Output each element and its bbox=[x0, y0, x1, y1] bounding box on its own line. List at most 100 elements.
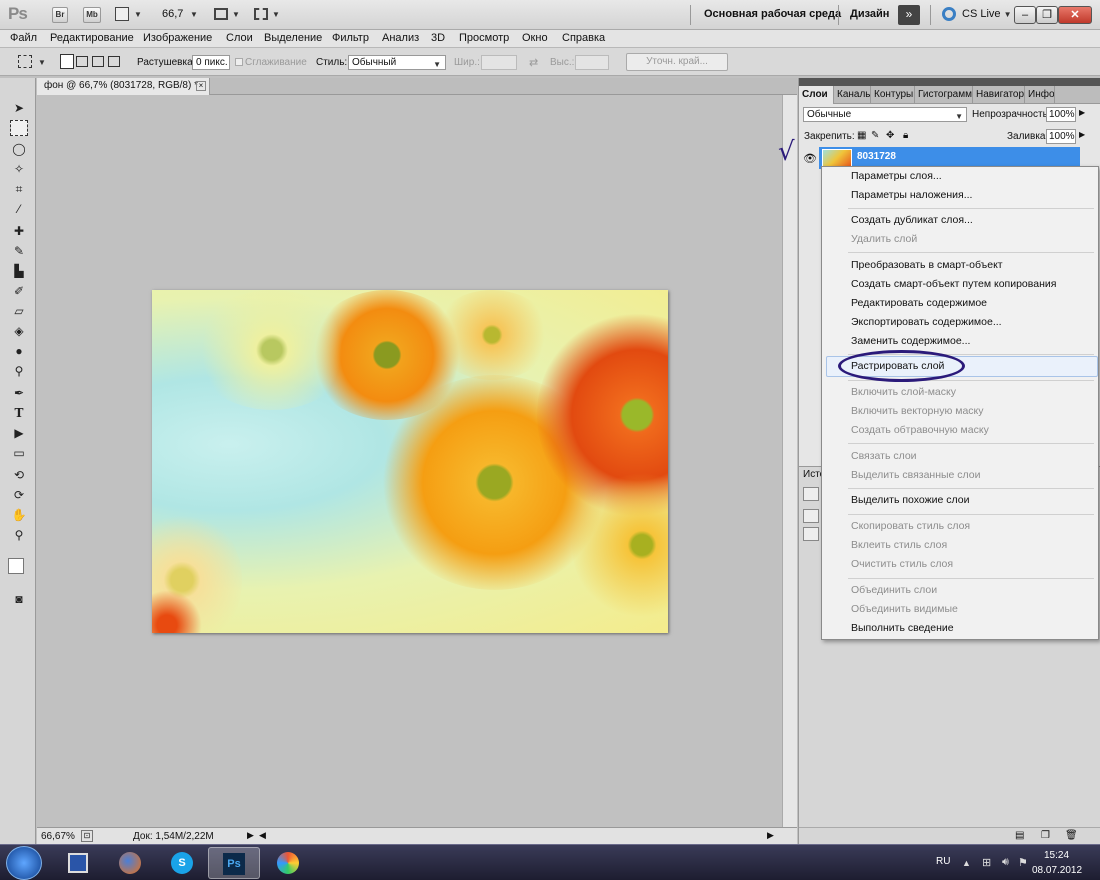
context-menu-item[interactable]: Создать обтравочную маску bbox=[851, 424, 989, 436]
context-menu-item[interactable]: Экспортировать содержимое... bbox=[851, 316, 1002, 328]
new-selection-icon[interactable] bbox=[60, 54, 74, 69]
chevron-down-icon[interactable]: ▼ bbox=[232, 10, 240, 19]
quick-mask-icon[interactable]: ◙ bbox=[10, 591, 28, 607]
task-skype-icon[interactable]: S bbox=[156, 847, 208, 879]
pen-tool-icon[interactable]: ✒ bbox=[10, 385, 28, 401]
move-tool-icon[interactable]: ➤ bbox=[10, 100, 28, 116]
restore-button[interactable]: ❐ bbox=[1036, 6, 1058, 24]
lock-pixels-icon[interactable]: ✎ bbox=[871, 130, 879, 141]
menu-view[interactable]: Просмотр bbox=[459, 32, 509, 44]
language-indicator[interactable]: RU bbox=[936, 856, 950, 867]
dodge-tool-icon[interactable]: ⚲ bbox=[10, 363, 28, 379]
chevron-down-icon[interactable]: ▼ bbox=[190, 10, 198, 19]
menu-file[interactable]: Файл bbox=[10, 32, 37, 44]
workspace-essentials[interactable]: Основная рабочая среда bbox=[704, 8, 841, 20]
document-tab[interactable]: фон @ 66,7% (8031728, RGB/8) * × bbox=[37, 78, 210, 95]
history-state-icon[interactable] bbox=[803, 527, 819, 541]
healing-brush-icon[interactable]: ✚ bbox=[10, 223, 28, 239]
paint-bucket-icon[interactable]: ◈ bbox=[10, 323, 28, 339]
opacity-slider-arrow-icon[interactable]: ▶ bbox=[1079, 108, 1085, 117]
context-menu-item[interactable]: Объединить видимые bbox=[851, 603, 958, 615]
zoom-level[interactable]: 66,7 bbox=[162, 8, 183, 20]
opacity-input[interactable]: 100% bbox=[1046, 107, 1076, 122]
network-icon[interactable]: ⊞ bbox=[982, 856, 991, 869]
lasso-tool-icon[interactable]: ◯ bbox=[10, 141, 28, 157]
lock-all-icon[interactable]: 🔒︎ bbox=[903, 130, 908, 141]
fill-input[interactable]: 100% bbox=[1046, 129, 1076, 144]
context-menu-item[interactable]: Скопировать стиль слоя bbox=[851, 520, 970, 532]
context-menu-item[interactable]: Связать слои bbox=[851, 450, 917, 462]
volume-icon[interactable]: 🔊︎ bbox=[1002, 856, 1009, 869]
task-paint-icon[interactable] bbox=[262, 847, 314, 879]
eraser-tool-icon[interactable]: ▱ bbox=[10, 303, 28, 319]
path-select-icon[interactable]: ▶ bbox=[10, 425, 28, 441]
quick-select-tool-icon[interactable]: ✧ bbox=[10, 161, 28, 177]
context-menu-item[interactable]: Заменить содержимое... bbox=[851, 335, 970, 347]
bridge-button[interactable]: Br bbox=[52, 7, 68, 23]
context-menu-item[interactable]: Создать смарт-объект путем копирования bbox=[851, 278, 1056, 290]
context-menu-item[interactable]: Параметры слоя... bbox=[851, 170, 942, 182]
clock-time[interactable]: 15:24 bbox=[1044, 850, 1069, 861]
vertical-scrollbar[interactable] bbox=[782, 95, 797, 827]
intersect-selection-icon[interactable] bbox=[108, 56, 120, 67]
menu-window[interactable]: Окно bbox=[522, 32, 548, 44]
context-menu-item[interactable]: Объединить слои bbox=[851, 584, 937, 596]
context-menu-item[interactable]: Выделить похожие слои bbox=[851, 494, 969, 506]
menu-3d[interactable]: 3D bbox=[431, 32, 445, 44]
marquee-tool-icon[interactable] bbox=[10, 120, 28, 136]
brush-tool-icon[interactable]: ✎ bbox=[10, 243, 28, 259]
history-snapshot-icon[interactable] bbox=[803, 509, 819, 523]
blur-tool-icon[interactable]: ● bbox=[10, 343, 28, 359]
menu-filter[interactable]: Фильтр bbox=[332, 32, 369, 44]
refine-edge-button[interactable]: Уточн. край... bbox=[626, 53, 728, 71]
3d-orbit-icon[interactable]: ⟳ bbox=[10, 487, 28, 503]
context-menu-item[interactable]: Очистить стиль слоя bbox=[851, 558, 953, 570]
menu-analysis[interactable]: Анализ bbox=[382, 32, 419, 44]
context-menu-item[interactable]: Выделить связанные слои bbox=[851, 469, 981, 481]
context-menu-item[interactable]: Удалить слой bbox=[851, 233, 917, 245]
type-tool-icon[interactable]: T bbox=[10, 405, 28, 421]
menu-select[interactable]: Выделение bbox=[264, 32, 322, 44]
task-firefox-icon[interactable] bbox=[104, 847, 156, 879]
layer-name[interactable]: 8031728 bbox=[857, 151, 896, 162]
lock-position-icon[interactable]: ✥ bbox=[886, 130, 894, 141]
menu-layers[interactable]: Слои bbox=[226, 32, 253, 44]
status-menu-arrow-icon[interactable]: ▶ bbox=[247, 830, 254, 841]
history-brush-icon[interactable]: ✐ bbox=[10, 283, 28, 299]
scroll-left-icon[interactable]: ◀ bbox=[259, 830, 266, 841]
context-menu-item[interactable]: Создать дубликат слоя... bbox=[851, 214, 973, 226]
status-icon[interactable]: ⊡ bbox=[81, 830, 93, 842]
cs-live-button[interactable]: CS Live ▼ bbox=[962, 8, 1012, 20]
foreground-color-swatch[interactable] bbox=[8, 558, 24, 574]
chevron-down-icon[interactable]: ▼ bbox=[272, 10, 280, 19]
tab-layers[interactable]: Слои bbox=[799, 86, 834, 104]
workspace-design[interactable]: Дизайн bbox=[850, 8, 889, 20]
view-extras-icon[interactable] bbox=[115, 7, 129, 21]
tab-info[interactable]: Инфо bbox=[1025, 86, 1055, 104]
context-menu-item[interactable]: Параметры наложения... bbox=[851, 189, 972, 201]
context-menu-item[interactable]: Редактировать содержимое bbox=[851, 297, 987, 309]
swap-icon[interactable]: ⇄ bbox=[529, 56, 538, 69]
zoom-tool-icon[interactable]: ⚲ bbox=[10, 527, 28, 543]
tab-channels[interactable]: Каналы bbox=[834, 86, 871, 104]
chevron-down-icon[interactable]: ▼ bbox=[38, 58, 46, 67]
antialias-checkbox[interactable] bbox=[235, 58, 243, 66]
visibility-eye-icon[interactable]: 👁︎ bbox=[803, 152, 817, 165]
crop-tool-icon[interactable]: ⌗ bbox=[10, 181, 28, 197]
feather-input[interactable]: 0 пикс. bbox=[192, 55, 230, 70]
layer-thumbnail[interactable] bbox=[822, 149, 852, 167]
start-button[interactable] bbox=[6, 846, 42, 880]
context-menu-item[interactable]: Вклеить стиль слоя bbox=[851, 539, 947, 551]
menu-image[interactable]: Изображение bbox=[143, 32, 212, 44]
trash-icon[interactable]: 🗑︎ bbox=[1065, 830, 1078, 841]
context-menu-item[interactable]: Преобразовать в смарт-объект bbox=[851, 259, 1003, 271]
more-workspaces-button[interactable]: » bbox=[898, 5, 920, 25]
add-selection-icon[interactable] bbox=[76, 56, 88, 67]
minimize-button[interactable]: – bbox=[1014, 6, 1036, 24]
new-group-icon[interactable]: ▤ bbox=[1015, 830, 1024, 841]
subtract-selection-icon[interactable] bbox=[92, 56, 104, 67]
style-select[interactable]: Обычный ▼ bbox=[348, 55, 446, 70]
tab-histogram[interactable]: Гистограмма bbox=[915, 86, 973, 104]
history-brush-icon[interactable] bbox=[803, 487, 819, 501]
new-layer-icon[interactable]: ❐ bbox=[1041, 830, 1050, 841]
